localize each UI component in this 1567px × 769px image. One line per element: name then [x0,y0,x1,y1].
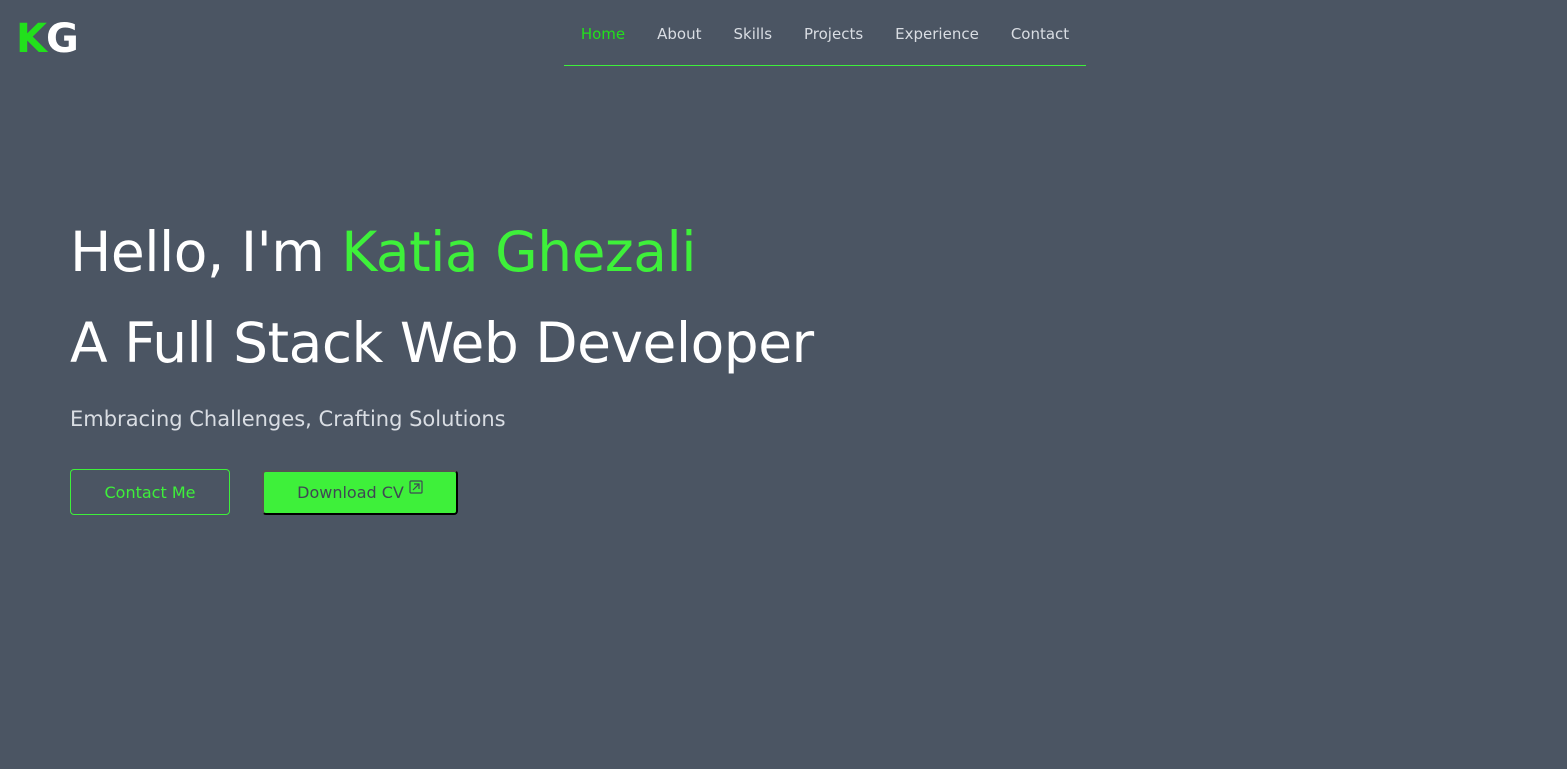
logo-letter-g: G [46,16,79,62]
external-link-icon [409,479,423,494]
nav-item-projects[interactable]: Projects [788,25,879,43]
hero-name: Katia Ghezali [341,220,697,284]
nav-item-experience[interactable]: Experience [879,25,995,43]
greeting-text: Hello, I'm [70,220,342,284]
nav-item-home[interactable]: Home [565,25,641,43]
nav-item-skills[interactable]: Skills [717,25,788,43]
hero-role: A Full Stack Web Developer [70,311,814,375]
download-cv-label: Download CV [297,483,404,502]
logo[interactable]: KG [16,16,79,62]
download-cv-button[interactable]: Download CV [262,470,458,515]
logo-letter-k: K [16,16,47,62]
nav-item-contact[interactable]: Contact [995,25,1085,43]
contact-me-button[interactable]: Contact Me [70,469,230,515]
hero-section: Hello, I'm Katia Ghezali A Full Stack We… [70,216,970,454]
contact-me-label: Contact Me [104,482,196,502]
hero-buttons: Contact Me Download CV [70,469,458,515]
main-nav: Home About Skills Projects Experience Co… [564,0,1086,66]
page: KG Home About Skills Projects Experience… [0,0,1567,769]
hero-tagline: Embracing Challenges, Crafting Solutions [70,407,506,431]
nav-item-about[interactable]: About [641,25,717,43]
hero-greeting: Hello, I'm Katia Ghezali [70,216,970,288]
